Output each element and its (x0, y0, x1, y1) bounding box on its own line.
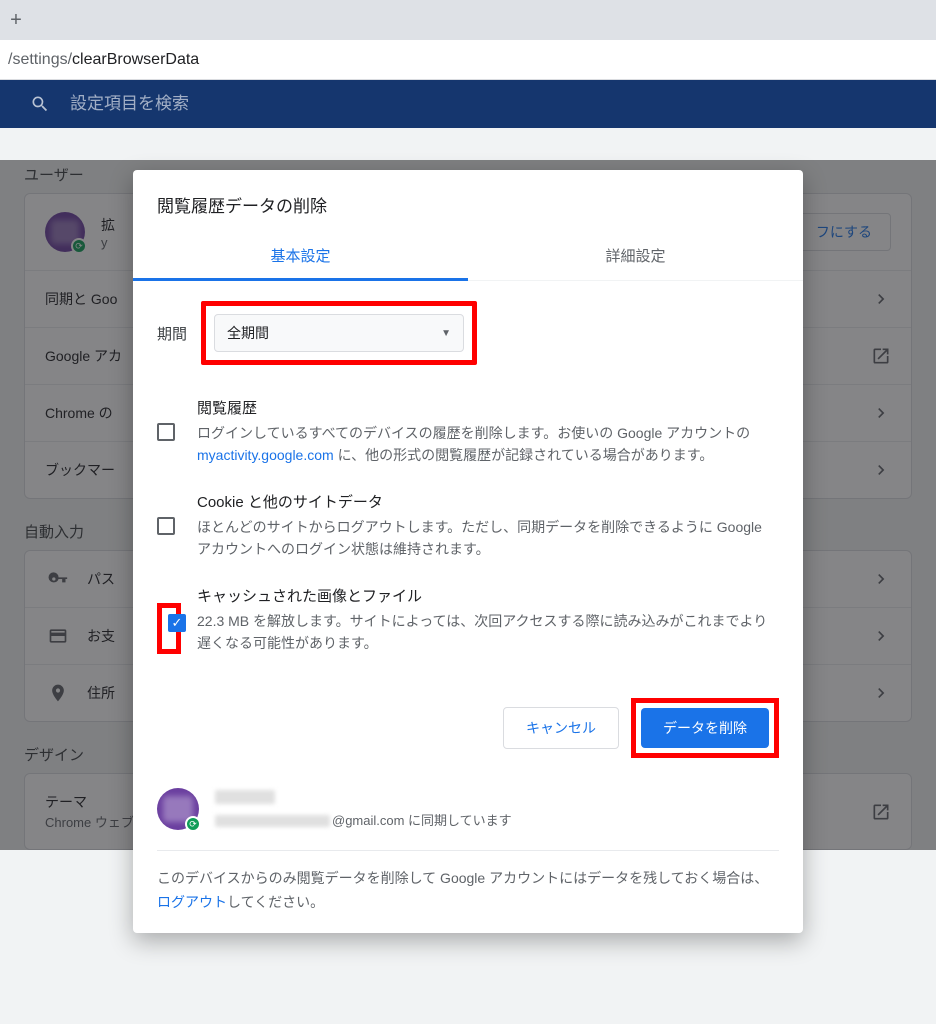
cookies-desc: ほとんどのサイトからログアウトします。ただし、同期データを削除できるように Go… (197, 516, 779, 561)
cache-checkbox-highlight: ✓ (157, 603, 181, 655)
cache-item: ✓ キャッシュされた画像とファイル 22.3 MB を解放します。サイトによって… (157, 573, 779, 667)
dialog-title: 閲覧履歴データの削除 (133, 170, 803, 231)
url-path: /settings/ (8, 51, 72, 68)
sync-email-text: @gmail.com に同期しています (215, 810, 512, 829)
clear-browsing-data-dialog: 閲覧履歴データの削除 基本設定 詳細設定 期間 全期間 ▼ 閲覧履歴 ログインし… (133, 170, 803, 933)
sync-account-row: ⟳ @gmail.com に同期しています (133, 772, 803, 836)
time-range-value: 全期間 (227, 323, 269, 343)
time-range-select[interactable]: 全期間 ▼ (214, 314, 464, 352)
cache-title: キャッシュされた画像とファイル (197, 585, 779, 606)
account-email-redacted (215, 815, 330, 827)
search-icon (30, 94, 50, 114)
search-input[interactable] (70, 94, 906, 114)
history-desc: ログインしているすべてのデバイスの履歴を削除します。お使いの Google アカ… (197, 422, 779, 467)
cache-checkbox[interactable]: ✓ (168, 614, 186, 632)
cookies-checkbox[interactable] (157, 517, 175, 535)
history-checkbox[interactable] (157, 423, 175, 441)
cancel-button[interactable]: キャンセル (503, 707, 619, 749)
tab-basic[interactable]: 基本設定 (133, 231, 468, 280)
footer-note: このデバイスからのみ閲覧データを削除して Google アカウントにはデータを残… (157, 850, 779, 923)
url-page: clearBrowserData (72, 51, 199, 68)
clear-data-button[interactable]: データを削除 (641, 708, 769, 748)
time-range-highlight: 全期間 ▼ (201, 301, 477, 365)
cache-desc: 22.3 MB を解放します。サイトによっては、次回アクセスする際に読み込みがこ… (197, 610, 779, 655)
cookies-item: Cookie と他のサイトデータ ほとんどのサイトからログアウトします。ただし、… (157, 479, 779, 573)
tab-advanced[interactable]: 詳細設定 (468, 231, 803, 280)
history-item: 閲覧履歴 ログインしているすべてのデバイスの履歴を削除します。お使いの Goog… (157, 385, 779, 479)
settings-search-bar (0, 80, 936, 128)
time-range-label: 期間 (157, 323, 187, 344)
history-title: 閲覧履歴 (197, 397, 779, 418)
account-name-redacted (215, 790, 275, 804)
confirm-highlight: データを削除 (631, 698, 779, 758)
logout-link[interactable]: ログアウト (157, 894, 227, 910)
sync-status-icon: ⟳ (185, 816, 201, 832)
myactivity-link[interactable]: myactivity.google.com (197, 447, 334, 463)
cookies-title: Cookie と他のサイトデータ (197, 491, 779, 512)
chevron-down-icon: ▼ (441, 328, 451, 339)
new-tab-button[interactable]: + (2, 6, 30, 34)
address-bar[interactable]: /settings/clearBrowserData (6, 45, 930, 75)
avatar: ⟳ (157, 788, 199, 830)
